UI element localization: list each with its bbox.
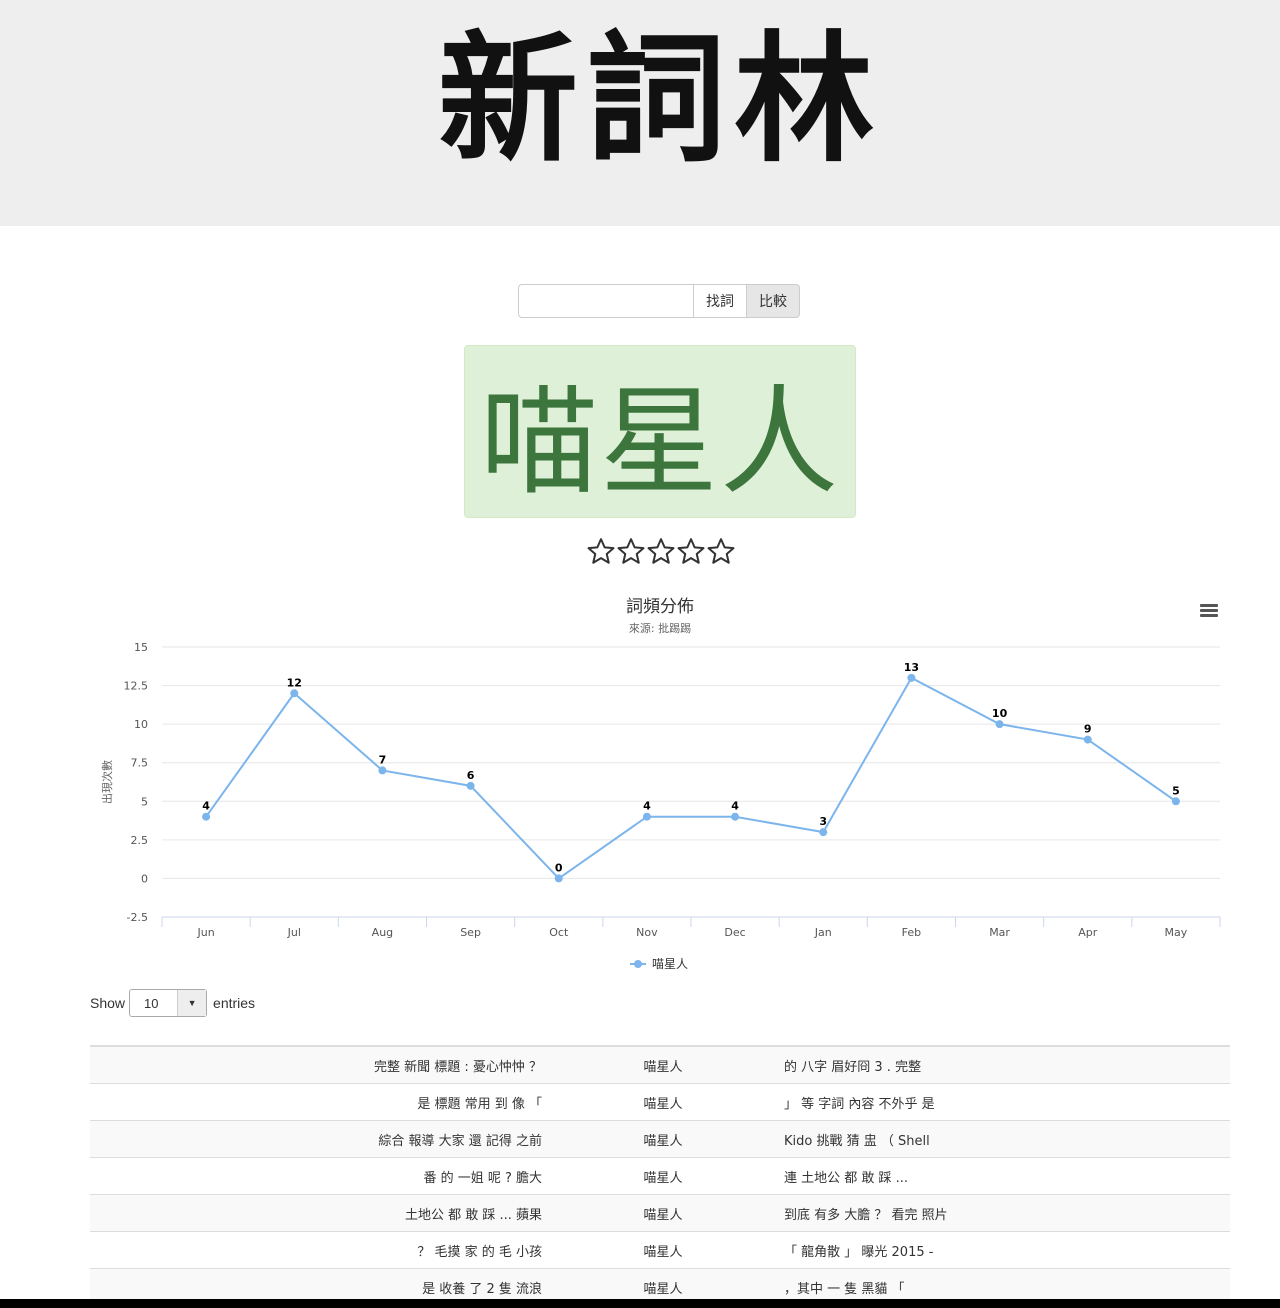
- page-size-value: 10: [144, 995, 159, 1011]
- table-length-control: Show 10 ▼ entries: [90, 988, 255, 1018]
- y-tick-label: 12.5: [124, 680, 149, 693]
- cell-left: 完整 新聞 標題 : 憂心忡忡 ？: [90, 1046, 542, 1084]
- page-size-select[interactable]: 10 ▼: [129, 989, 208, 1017]
- data-label: 10: [992, 707, 1008, 720]
- series-line: [205, 676, 1177, 880]
- x-tick-label: Sep: [460, 926, 481, 939]
- chart-subtitle: 來源: 批踢踢: [629, 621, 691, 635]
- x-tick-label: Mar: [989, 926, 1010, 939]
- x-tick-label: Nov: [636, 926, 658, 939]
- current-word: 喵星人: [479, 373, 840, 511]
- data-label: 7: [379, 753, 387, 766]
- star-icon[interactable]: [646, 536, 676, 566]
- y-axis-label: 出現次數: [100, 760, 114, 804]
- y-tick-label: 5: [141, 795, 148, 808]
- data-label: 6: [467, 769, 475, 782]
- table-row: 是 標題 常用 到 像 「喵星人」 等 字詞 內容 不外乎 是: [90, 1083, 1230, 1121]
- data-label: 3: [819, 815, 827, 828]
- y-tick-label: 2.5: [131, 834, 149, 847]
- x-tick-label: Jan: [814, 926, 832, 939]
- data-point: [290, 689, 299, 698]
- data-point: [466, 781, 475, 790]
- x-tick-label: May: [1165, 926, 1188, 939]
- search-bar: 找詞 比較: [518, 284, 800, 318]
- data-label: 9: [1084, 723, 1092, 736]
- data-point: [554, 874, 563, 883]
- bottom-edge: [0, 1299, 1280, 1308]
- data-label: 12: [287, 676, 302, 689]
- entries-label: entries: [213, 995, 256, 1011]
- star-rating: [586, 536, 736, 568]
- site-logo[interactable]: 新詞林: [410, 18, 910, 178]
- cell-left: 土地公 都 敢 踩 ... 蘋果: [90, 1194, 542, 1232]
- table-row: 土地公 都 敢 踩 ... 蘋果 喵星人 到底 有多 大膽 ？ 看完 照片: [90, 1194, 1230, 1232]
- word-display: 喵星人: [464, 345, 856, 518]
- cell-right: 的 八字 眉好冏 3 . 完整: [784, 1046, 1230, 1084]
- cell-keyword: 喵星人: [542, 1083, 784, 1121]
- cell-right: 到底 有多 大膽 ？ 看完 照片: [784, 1194, 1230, 1232]
- cell-left: 綜合 報導 大家 還 記得 之前: [90, 1120, 542, 1158]
- compare-button[interactable]: 比較: [747, 284, 800, 318]
- logo-text: 新詞林: [438, 18, 882, 178]
- data-label: 4: [202, 800, 210, 813]
- data-point: [378, 766, 387, 775]
- x-tick-label: Jun: [196, 926, 214, 939]
- data-label: 4: [731, 800, 739, 813]
- x-tick-label: Feb: [902, 926, 921, 939]
- data-label: 13: [904, 661, 919, 674]
- cell-keyword: 喵星人: [542, 1120, 784, 1158]
- cell-right: 」 等 字詞 內容 不外乎 是: [784, 1083, 1230, 1121]
- x-tick-label: Oct: [549, 926, 569, 939]
- star-icon[interactable]: [586, 536, 616, 566]
- cell-left: 是 標題 常用 到 像 「: [90, 1083, 542, 1121]
- data-point: [1171, 797, 1180, 806]
- legend-marker: [634, 960, 642, 968]
- cell-right: 「 龍角散 」 曝光 2015 -: [784, 1231, 1230, 1269]
- y-tick-label: -2.5: [127, 911, 148, 924]
- data-point: [1083, 735, 1092, 744]
- data-point: [907, 673, 916, 682]
- cell-right: Kido 挑戰 猜 盅 （ Shell: [784, 1120, 1230, 1158]
- y-tick-label: 10: [134, 718, 148, 731]
- data-label: 0: [555, 861, 563, 874]
- data-label: 5: [1172, 784, 1180, 797]
- star-icon[interactable]: [676, 536, 706, 566]
- cell-left: ？ 毛摸 家 的 毛 小孩: [90, 1231, 542, 1269]
- cell-keyword: 喵星人: [542, 1194, 784, 1232]
- data-point: [819, 828, 828, 837]
- x-tick-label: Apr: [1078, 926, 1098, 939]
- chart-menu-icon[interactable]: [1200, 604, 1218, 618]
- data-label: 4: [643, 800, 651, 813]
- y-tick-label: 0: [141, 872, 148, 885]
- chevron-down-icon: ▼: [177, 990, 207, 1016]
- x-tick-label: Jul: [287, 926, 301, 939]
- cell-right: 連 土地公 都 敢 踩 ...: [784, 1157, 1230, 1195]
- show-label: Show: [90, 995, 126, 1011]
- table-row: ？ 毛摸 家 的 毛 小孩 喵星人「 龍角散 」 曝光 2015 -: [90, 1231, 1230, 1269]
- table-row: 番 的 一姐 呢 ? 膽大 喵星人連 土地公 都 敢 踩 ...: [90, 1157, 1230, 1195]
- header-banner: 新詞林: [0, 0, 1280, 226]
- star-icon[interactable]: [706, 536, 736, 566]
- y-tick-label: 15: [134, 641, 148, 654]
- data-point: [202, 812, 211, 821]
- data-point: [995, 720, 1004, 729]
- frequency-chart: 詞頻分佈來源: 批踢踢出現次數 -2.5 0 2.5 5 7.5 10 12.5 15 Jun Ju…: [100, 597, 1221, 971]
- table-row: 完整 新聞 標題 : 憂心忡忡 ？喵星人的 八字 眉好冏 3 . 完整: [90, 1046, 1230, 1084]
- x-tick-label: Aug: [372, 926, 393, 939]
- star-icon[interactable]: [616, 536, 646, 566]
- cell-keyword: 喵星人: [542, 1231, 784, 1269]
- cell-left: 番 的 一姐 呢 ? 膽大: [90, 1157, 542, 1195]
- data-point: [731, 812, 740, 821]
- chart-title: 詞頻分佈: [626, 597, 694, 617]
- cell-keyword: 喵星人: [542, 1157, 784, 1195]
- data-point: [642, 812, 651, 821]
- cell-keyword: 喵星人: [542, 1046, 784, 1084]
- table-row: 綜合 報導 大家 還 記得 之前 喵星人 Kido 挑戰 猜 盅 （ Shell: [90, 1120, 1230, 1158]
- find-word-button[interactable]: 找詞: [694, 284, 747, 318]
- concordance-table: 完整 新聞 標題 : 憂心忡忡 ？喵星人的 八字 眉好冏 3 . 完整是 標題 …: [90, 1045, 1230, 1306]
- search-input[interactable]: [518, 284, 694, 318]
- y-tick-label: 7.5: [131, 757, 149, 770]
- legend-label: 喵星人: [652, 957, 688, 971]
- x-tick-label: Dec: [724, 926, 745, 939]
